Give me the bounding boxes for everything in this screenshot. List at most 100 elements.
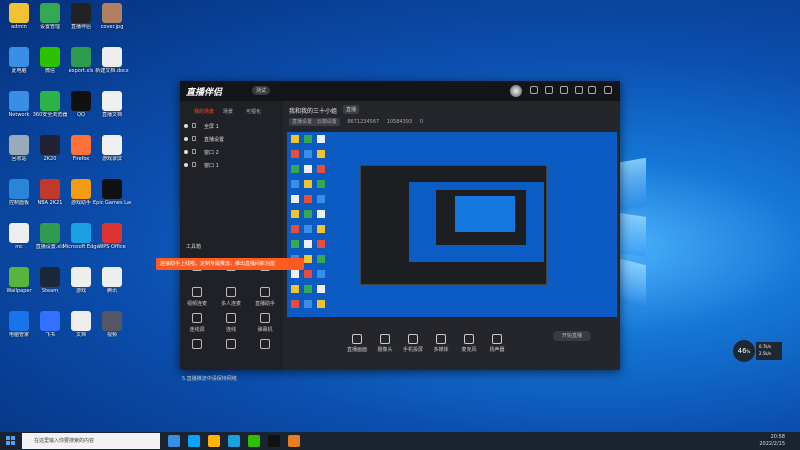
- lock-icon[interactable]: [192, 162, 196, 167]
- desktop-icon-label: 直播文档: [101, 112, 122, 118]
- eye-icon[interactable]: [184, 137, 188, 141]
- desktop-icon[interactable]: 直播文档: [93, 91, 131, 118]
- desktop-icon[interactable]: cover.jpg: [93, 3, 131, 30]
- tab-my-scene[interactable]: 我的场景: [194, 108, 214, 115]
- source-item[interactable]: 窗口 2: [184, 147, 279, 158]
- taskbar-app-icon[interactable]: [188, 435, 200, 447]
- clock-date: 2022/2/15: [759, 441, 785, 447]
- desktop-icon[interactable]: 游戏录屏: [93, 135, 131, 162]
- bottom-tool-icon: [380, 334, 390, 344]
- tab-visual[interactable]: 可视化: [246, 108, 261, 115]
- app-icon: [9, 311, 29, 331]
- source-item[interactable]: 直播设置: [184, 134, 279, 145]
- setting-chip[interactable]: 直播设置 · 云端设置: [289, 118, 340, 126]
- tool-icon: [226, 339, 236, 349]
- app-icon: [40, 47, 60, 67]
- promo-tooltip[interactable]: 连接助手上线啦，定制专属推流，推出直播间新功能: [156, 258, 304, 270]
- taskbar-app-icon[interactable]: [208, 435, 220, 447]
- bottom-tool-icon: [436, 334, 446, 344]
- eye-icon[interactable]: [184, 150, 188, 154]
- desktop-icon[interactable]: 腾讯: [93, 267, 131, 294]
- lock-icon[interactable]: [192, 136, 196, 141]
- preview-icon: [304, 270, 312, 278]
- wallpaper-beam: [620, 157, 646, 211]
- tool-button[interactable]: 弹幕机: [250, 313, 280, 333]
- tool-button[interactable]: 视频连麦: [182, 287, 212, 307]
- app-icon: [71, 179, 91, 199]
- bottom-tool-button[interactable]: 扬声器: [483, 334, 511, 353]
- tool-button[interactable]: [182, 339, 212, 352]
- bottom-tool-button[interactable]: 直播画面: [343, 334, 371, 353]
- close-button[interactable]: [604, 86, 612, 94]
- taskbar: 在这里输入你要搜索的内容 20:58 2022/2/15: [0, 432, 800, 450]
- app-icon: [9, 3, 29, 23]
- taskbar-app-icon[interactable]: [268, 435, 280, 447]
- skin-icon[interactable]: [560, 86, 568, 94]
- taskbar-app-icon[interactable]: [248, 435, 260, 447]
- tool-button[interactable]: 连线调: [182, 313, 212, 333]
- eye-icon[interactable]: [184, 163, 188, 167]
- bottom-tool-button[interactable]: 多媒体: [427, 334, 455, 353]
- preview-icon: [304, 195, 312, 203]
- tool-icon: [192, 287, 202, 297]
- message-icon[interactable]: [545, 86, 553, 94]
- preview-icon: [304, 150, 312, 158]
- stream-tag[interactable]: 直播: [343, 105, 360, 114]
- app-icon: [102, 267, 122, 287]
- tool-button[interactable]: 直播助手: [250, 287, 280, 307]
- taskbar-app-icon[interactable]: [228, 435, 240, 447]
- system-clock[interactable]: 20:58 2022/2/15: [745, 434, 785, 448]
- taskbar-search-input[interactable]: 在这里输入你要搜索的内容: [22, 433, 160, 449]
- taskbar-app-icon[interactable]: [168, 435, 180, 447]
- stream-title: 我和我的三十小姐: [289, 108, 338, 115]
- windows-start-icon[interactable]: [6, 436, 16, 446]
- bottom-tool-button[interactable]: 手机投屏: [399, 334, 427, 353]
- network-gauge: 46%: [733, 340, 755, 362]
- source-item[interactable]: 全屏 1: [184, 121, 279, 132]
- preview-icon: [304, 300, 312, 308]
- bottom-tool-label: 摄像头: [377, 347, 393, 353]
- desktop-icon[interactable]: Epic Games Launcher: [93, 179, 131, 206]
- settings-icon[interactable]: [530, 86, 538, 94]
- tab-scene[interactable]: 场景: [223, 108, 233, 115]
- desktop-icon[interactable]: WPS Office: [93, 223, 131, 250]
- eye-icon[interactable]: [184, 124, 188, 128]
- menu-icon[interactable]: [575, 86, 583, 94]
- preview-icon: [317, 195, 325, 203]
- tool-button[interactable]: 多人连麦: [216, 287, 246, 307]
- tool-icon: [260, 339, 270, 349]
- preview-icon: [317, 150, 325, 158]
- app-icon: [40, 311, 60, 331]
- main-panel: 我和我的三十小姐 直播 直播设置 · 云端设置 8671234567 10584…: [283, 101, 620, 370]
- preview-icon: [317, 210, 325, 218]
- lock-icon[interactable]: [192, 149, 196, 154]
- app-icon: [40, 223, 60, 243]
- app-icon: [9, 91, 29, 111]
- desktop-icon[interactable]: 新建文档.docx: [93, 47, 131, 74]
- start-live-button[interactable]: 开始直播: [553, 331, 591, 341]
- desktop-icon[interactable]: 视频: [93, 311, 131, 338]
- tool-button[interactable]: 连线: [216, 313, 246, 333]
- tool-button[interactable]: [216, 339, 246, 352]
- bottom-tool-icon: [492, 334, 502, 344]
- source-item[interactable]: 窗口 1: [184, 160, 279, 171]
- tool-label: 直播助手: [254, 301, 275, 307]
- preview-desktop-icons: [287, 132, 355, 317]
- tool-icon: [260, 313, 270, 323]
- preview-icon: [304, 285, 312, 293]
- taskbar-app-icon[interactable]: [288, 435, 300, 447]
- bottom-tool-button[interactable]: 摄像头: [371, 334, 399, 353]
- preview-icon: [291, 180, 299, 188]
- lock-icon[interactable]: [192, 123, 196, 128]
- network-speed: 0.7k/s 2.5k/s: [756, 342, 782, 360]
- avatar[interactable]: [510, 85, 522, 97]
- app-icon: [9, 267, 29, 287]
- tool-button[interactable]: [250, 339, 280, 352]
- bottom-tool-button[interactable]: 麦克风: [455, 334, 483, 353]
- bottom-tool-label: 多媒体: [433, 347, 449, 353]
- preview-icon: [291, 210, 299, 218]
- notice-text: 5.直播推流中请保持网络: [182, 376, 237, 382]
- app-icon: [40, 135, 60, 155]
- live-preview[interactable]: [287, 132, 617, 317]
- minimize-button[interactable]: [588, 86, 596, 94]
